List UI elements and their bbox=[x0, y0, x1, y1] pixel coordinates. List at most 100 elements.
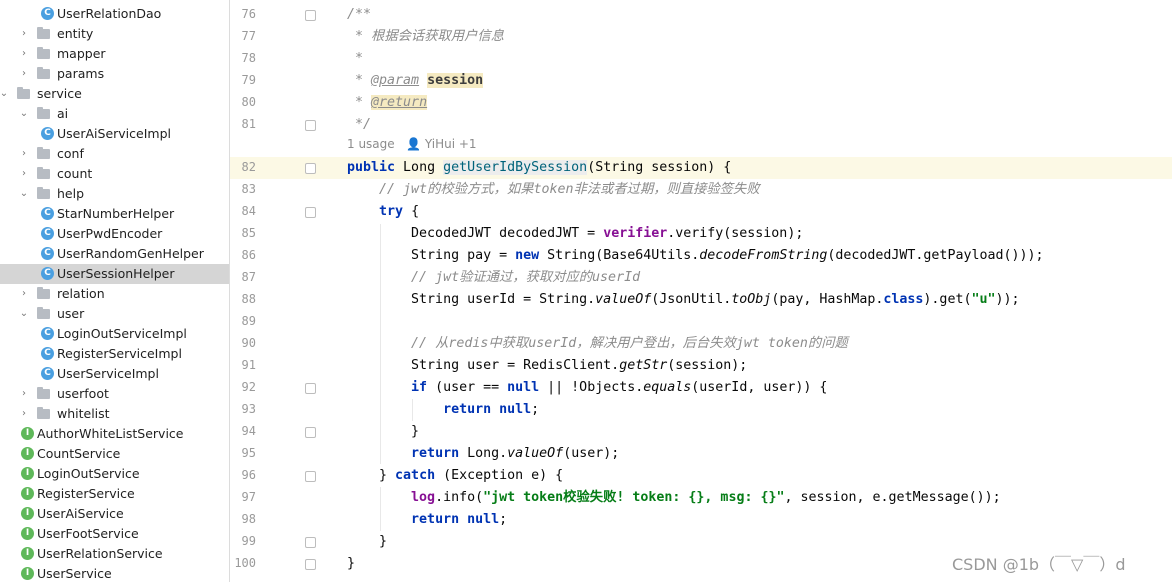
tree-item-usersessionhelper[interactable]: C UserSessionHelper bbox=[0, 264, 229, 284]
code-line[interactable]: return Long.valueOf(user); bbox=[347, 443, 619, 465]
chevron-down-icon[interactable]: ⌄ bbox=[0, 84, 10, 104]
tree-item-relation[interactable]: › relation bbox=[0, 284, 229, 304]
chevron-right-icon[interactable]: › bbox=[18, 164, 30, 184]
tree-item-userrelationdao[interactable]: C UserRelationDao bbox=[0, 4, 229, 24]
tree-item-service[interactable]: ⌄ service bbox=[0, 84, 229, 104]
tree-item-userrandomgenhelper[interactable]: C UserRandomGenHelper bbox=[0, 244, 229, 264]
chevron-right-icon[interactable]: › bbox=[18, 404, 30, 424]
code-line[interactable]: * 根据会话获取用户信息 bbox=[347, 26, 504, 48]
chevron-down-icon[interactable]: ⌄ bbox=[18, 104, 30, 124]
tree-item-mapper[interactable]: › mapper bbox=[0, 44, 229, 64]
code-line[interactable]: } catch (Exception e) { bbox=[347, 465, 563, 487]
chevron-right-icon[interactable]: › bbox=[18, 24, 30, 44]
line-number: 94 bbox=[241, 424, 256, 438]
code-line[interactable]: try { bbox=[347, 201, 419, 223]
tree-item-loginoutserviceimpl[interactable]: C LoginOutServiceImpl bbox=[0, 324, 229, 344]
tree-item-label: CountService bbox=[37, 446, 121, 461]
indent-guide bbox=[380, 224, 381, 464]
tree-item-useraiservice[interactable]: I UserAiService bbox=[0, 504, 229, 524]
tree-item-userservice[interactable]: I UserService bbox=[0, 564, 229, 582]
code-line[interactable]: */ bbox=[347, 114, 371, 136]
tree-item-userfootservice[interactable]: I UserFootService bbox=[0, 524, 229, 544]
code-line[interactable]: String user = RedisClient.getStr(session… bbox=[347, 355, 747, 377]
tree-item-label: conf bbox=[57, 146, 84, 161]
tree-item-user[interactable]: ⌄ user bbox=[0, 304, 229, 324]
code-line[interactable]: if (user == null || !Objects.equals(user… bbox=[347, 377, 827, 399]
tree-item-userrelationservice[interactable]: I UserRelationService bbox=[0, 544, 229, 564]
line-number: 82 bbox=[241, 160, 256, 174]
tree-item-help[interactable]: ⌄ help bbox=[0, 184, 229, 204]
line-number: 83 bbox=[241, 182, 256, 196]
fold-end-icon[interactable] bbox=[305, 120, 316, 131]
tree-item-starnumberhelper[interactable]: C StarNumberHelper bbox=[0, 204, 229, 224]
tree-item-userserviceimpl[interactable]: C UserServiceImpl bbox=[0, 364, 229, 384]
line-number: 84 bbox=[241, 204, 256, 218]
code-line[interactable]: } bbox=[347, 421, 419, 443]
fold-collapse-icon[interactable] bbox=[305, 383, 316, 394]
tree-item-conf[interactable]: › conf bbox=[0, 144, 229, 164]
chevron-down-icon[interactable]: ⌄ bbox=[18, 184, 30, 204]
code-line[interactable]: String pay = new String(Base64Utils.deco… bbox=[347, 245, 1043, 267]
tree-item-useraiserviceimpl[interactable]: C UserAiServiceImpl bbox=[0, 124, 229, 144]
code-line[interactable]: return null; bbox=[347, 509, 507, 531]
fold-end-icon[interactable] bbox=[305, 559, 316, 570]
fold-collapse-icon[interactable] bbox=[305, 207, 316, 218]
tree-item-registerservice[interactable]: I RegisterService bbox=[0, 484, 229, 504]
tree-item-count[interactable]: › count bbox=[0, 164, 229, 184]
tree-item-label: AuthorWhiteListService bbox=[37, 426, 184, 441]
interface-icon: I bbox=[21, 487, 34, 500]
code-line[interactable]: // 从redis中获取userId，解决用户登出，后台失效jwt token的… bbox=[347, 333, 848, 355]
line-number: 91 bbox=[241, 358, 256, 372]
code-line[interactable]: } bbox=[347, 531, 387, 553]
code-line[interactable]: // jwt的校验方式，如果token非法或者过期，则直接验签失败 bbox=[347, 179, 760, 201]
code-line[interactable]: DecodedJWT decodedJWT = verifier.verify(… bbox=[347, 223, 803, 245]
code-line[interactable]: } bbox=[347, 553, 355, 575]
code-line[interactable]: /** bbox=[347, 4, 371, 26]
chevron-right-icon[interactable]: › bbox=[18, 384, 30, 404]
chevron-down-icon[interactable]: ⌄ bbox=[18, 304, 30, 324]
tree-item-authorwhitelistservice[interactable]: I AuthorWhiteListService bbox=[0, 424, 229, 444]
tree-item-label: RegisterServiceImpl bbox=[57, 346, 182, 361]
tree-item-registerserviceimpl[interactable]: C RegisterServiceImpl bbox=[0, 344, 229, 364]
project-tree[interactable]: C UserRelationDao › entity › mapper › params ⌄ se… bbox=[0, 0, 230, 582]
line-number: 79 bbox=[241, 73, 256, 87]
code-line[interactable]: * bbox=[347, 48, 363, 70]
code-line[interactable]: * @param session bbox=[347, 70, 484, 92]
fold-end-icon[interactable] bbox=[305, 537, 316, 548]
line-number: 95 bbox=[241, 446, 256, 460]
code-line[interactable]: log.info("jwt token校验失败! token: {}, msg:… bbox=[347, 487, 1001, 509]
code-line[interactable]: return null; bbox=[347, 399, 539, 421]
code-line[interactable]: String userId = String.valueOf(JsonUtil.… bbox=[347, 289, 1020, 311]
fold-end-icon[interactable] bbox=[305, 427, 316, 438]
line-number: 92 bbox=[241, 380, 256, 394]
chevron-right-icon[interactable]: › bbox=[18, 44, 30, 64]
class-icon: C bbox=[41, 7, 54, 20]
tree-item-params[interactable]: › params bbox=[0, 64, 229, 84]
tree-item-userfoot[interactable]: › userfoot bbox=[0, 384, 229, 404]
line-number: 86 bbox=[241, 248, 256, 262]
fold-collapse-icon[interactable] bbox=[305, 10, 316, 21]
tree-item-entity[interactable]: › entity bbox=[0, 24, 229, 44]
fold-collapse-icon[interactable] bbox=[305, 163, 316, 174]
line-number: 93 bbox=[241, 402, 256, 416]
tree-item-label: UserRelationDao bbox=[57, 6, 162, 21]
tree-item-whitelist[interactable]: › whitelist bbox=[0, 404, 229, 424]
tree-item-label: LoginOutServiceImpl bbox=[57, 326, 187, 341]
chevron-right-icon[interactable]: › bbox=[18, 64, 30, 84]
tree-item-countservice[interactable]: I CountService bbox=[0, 444, 229, 464]
code-line[interactable]: // jwt验证通过，获取对应的userId bbox=[347, 267, 640, 289]
tree-item-userpwdencoder[interactable]: C UserPwdEncoder bbox=[0, 224, 229, 244]
fold-collapse-icon[interactable] bbox=[305, 471, 316, 482]
code-line[interactable]: public Long getUserIdBySession(String se… bbox=[347, 157, 731, 179]
usage-inlay-hint[interactable]: 1 usage 👤 YiHui +1 bbox=[347, 137, 477, 151]
chevron-right-icon[interactable]: › bbox=[18, 144, 30, 164]
folder-icon bbox=[17, 87, 30, 99]
folder-icon bbox=[37, 107, 50, 119]
folder-icon bbox=[37, 67, 50, 79]
code-line[interactable]: * @return bbox=[347, 92, 428, 114]
chevron-right-icon[interactable]: › bbox=[18, 284, 30, 304]
tree-item-label: help bbox=[57, 186, 85, 201]
folder-icon bbox=[37, 387, 50, 399]
tree-item-loginoutservice[interactable]: I LoginOutService bbox=[0, 464, 229, 484]
tree-item-ai[interactable]: ⌄ ai bbox=[0, 104, 229, 124]
